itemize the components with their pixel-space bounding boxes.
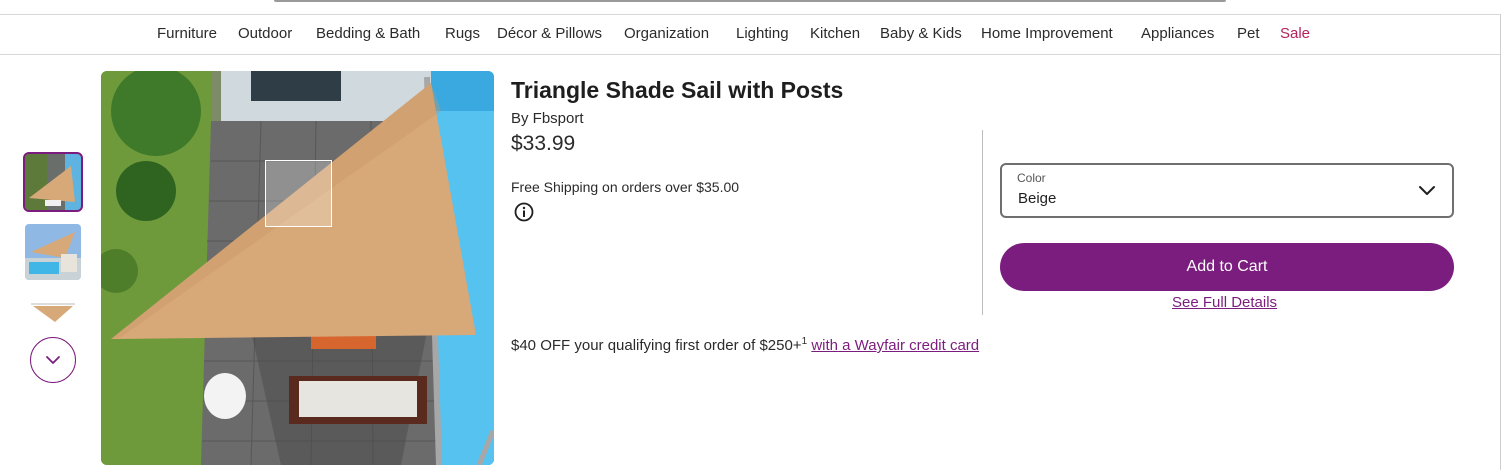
promo-text: $40 OFF your qualifying first order of $…	[511, 337, 802, 354]
info-icon[interactable]	[514, 202, 534, 222]
nav-item-appliances[interactable]: Appliances	[1141, 25, 1214, 42]
thumbnail-1[interactable]	[23, 152, 83, 212]
color-select[interactable]: Color Beige	[1000, 163, 1454, 218]
thumbnail-scroll-down-button[interactable]	[30, 337, 76, 383]
thumbnail-2[interactable]	[25, 224, 81, 280]
zoom-lens	[265, 160, 332, 227]
product-main-image[interactable]	[101, 71, 494, 465]
product-title: Triangle Shade Sail with Posts	[511, 77, 844, 103]
add-to-cart-button[interactable]: Add to Cart	[1000, 243, 1454, 291]
top-strip	[0, 0, 1501, 15]
nav-item-bedding-bath[interactable]: Bedding & Bath	[316, 25, 420, 42]
nav-item-baby-kids[interactable]: Baby & Kids	[880, 25, 962, 42]
chevron-down-icon	[1419, 186, 1435, 195]
nav-item-sale[interactable]: Sale	[1280, 25, 1310, 42]
search-bar-edge[interactable]	[274, 0, 1226, 2]
chevron-down-icon	[46, 356, 60, 364]
nav-item-decor-pillows[interactable]: Décor & Pillows	[497, 25, 602, 42]
thumbnail-3[interactable]	[25, 294, 81, 324]
nav-item-kitchen[interactable]: Kitchen	[810, 25, 860, 42]
color-select-value: Beige	[1018, 190, 1057, 207]
promo-footnote: 1	[801, 336, 808, 347]
nav-item-furniture[interactable]: Furniture	[157, 25, 217, 42]
product-brand-link[interactable]: By Fbsport	[511, 110, 584, 127]
nav-item-pet[interactable]: Pet	[1237, 25, 1260, 42]
see-full-details-link[interactable]: See Full Details	[1172, 294, 1277, 311]
nav-item-organization[interactable]: Organization	[624, 25, 709, 42]
nav-item-outdoor[interactable]: Outdoor	[238, 25, 292, 42]
color-select-label: Color	[1017, 171, 1046, 185]
credit-card-promo: $40 OFF your qualifying first order of $…	[511, 336, 979, 354]
shipping-info: Free Shipping on orders over $35.00	[511, 179, 740, 195]
category-nav: Furniture Outdoor Bedding & Bath Rugs Dé…	[0, 14, 1501, 55]
nav-item-home-improvement[interactable]: Home Improvement	[981, 25, 1113, 42]
credit-card-link[interactable]: with a Wayfair credit card	[811, 337, 979, 354]
column-divider	[982, 130, 983, 315]
nav-item-lighting[interactable]: Lighting	[736, 25, 789, 42]
product-price: $33.99	[511, 132, 576, 155]
nav-item-rugs[interactable]: Rugs	[445, 25, 480, 42]
